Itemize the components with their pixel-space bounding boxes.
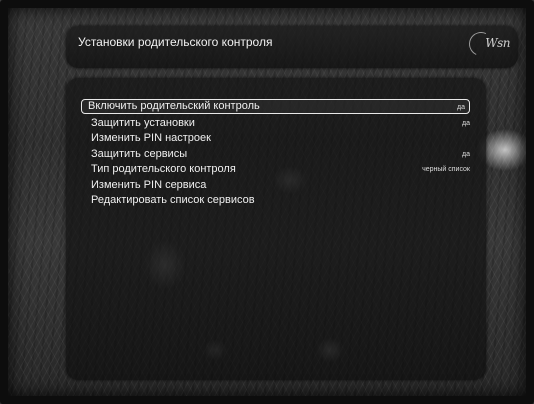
menu-item-value: да <box>462 150 470 158</box>
menu-item-label: Защитить сервисы <box>91 147 188 160</box>
menu-item-label: Изменить PIN сервиса <box>91 178 207 191</box>
menu-item-label: Изменить PIN настроек <box>91 132 211 144</box>
menu-item-label: Редактировать список сервисов <box>91 194 255 206</box>
brand-logo: Wsn <box>465 28 510 60</box>
menu-item-value: черный список <box>422 166 470 173</box>
header-panel: Установки родительского контроля Wsn <box>66 26 518 68</box>
menu-item-protect-settings[interactable]: Защитить установки да <box>84 116 474 130</box>
menu-item-value: да <box>462 119 470 127</box>
page-title: Установки родительского контроля <box>78 35 273 49</box>
tv-screen: Установки родительского контроля Wsn Вкл… <box>0 0 534 404</box>
menu-item-edit-service-list[interactable]: Редактировать список сервисов <box>84 193 474 207</box>
menu-item-change-service-pin[interactable]: Изменить PIN сервиса <box>84 178 474 192</box>
menu-item-protect-services[interactable]: Защитить сервисы да <box>84 147 474 161</box>
logo-arc-icon <box>465 28 497 60</box>
menu-item-change-settings-pin[interactable]: Изменить PIN настроек <box>84 131 474 145</box>
menu-item-label: Защитить установки <box>91 116 195 129</box>
menu-item-parental-control-type[interactable]: Тип родительского контроля черный список <box>84 162 474 176</box>
menu-item-label: Включить родительский контроль <box>88 100 260 112</box>
settings-menu-panel: Включить родительский контроль да Защити… <box>66 78 486 380</box>
menu-item-label: Тип родительского контроля <box>91 163 236 175</box>
menu-item-enable-parental-control[interactable]: Включить родительский контроль да <box>81 99 470 114</box>
settings-menu-list: Включить родительский контроль да Защити… <box>81 99 474 209</box>
menu-item-value: да <box>457 104 465 111</box>
